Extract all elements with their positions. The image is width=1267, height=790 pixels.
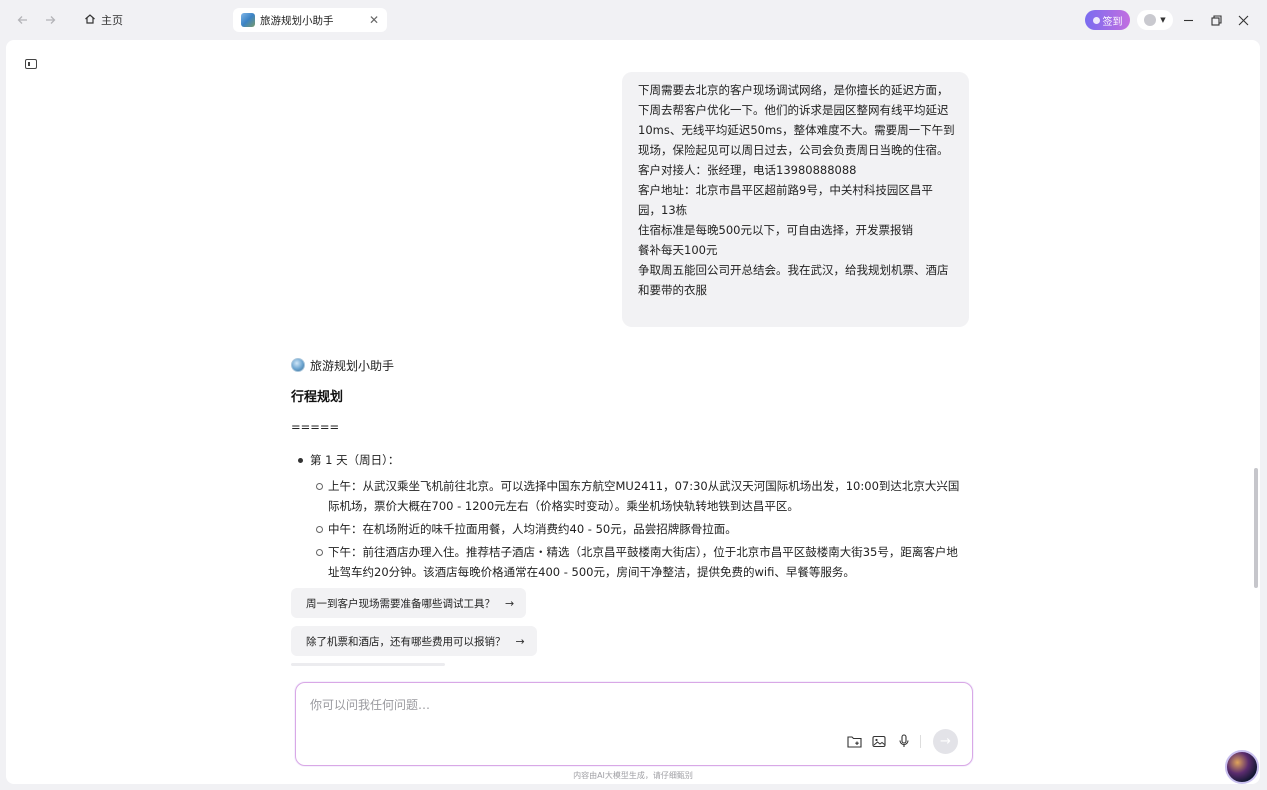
day-label: 第 1 天（周日）：	[310, 453, 400, 467]
itinerary-item-afternoon: 下午：前往酒店办理入住。推荐桔子酒店・精选（北京昌平鼓楼南大街店），位于北京市昌…	[316, 542, 968, 582]
home-tab[interactable]: 主页	[84, 11, 123, 29]
assistant-avatar-icon	[291, 358, 305, 372]
suggestion-chip-partial	[291, 663, 445, 666]
itinerary-list: 上午：从武汉乘坐飞机前往北京。可以选择中国东方航空MU2411，07:30从武汉…	[316, 476, 968, 585]
user-message-line: 餐补每天100元	[638, 243, 718, 257]
scrollbar[interactable]	[1254, 468, 1258, 588]
itinerary-item-noon: 中午：在机场附近的味千拉面用餐，人均消费约40 - 50元，品尝招牌豚骨拉面。	[316, 519, 968, 539]
assistant-orb-icon[interactable]	[1225, 750, 1259, 784]
user-message-line: 争取周五能回公司开总结会。我在武汉，给我规划机票、酒店和要带的衣服	[638, 263, 949, 297]
ai-disclaimer: 内容由AI大模型生成，请仔细甄别	[573, 771, 693, 780]
suggestion-label: 周一到客户现场需要准备哪些调试工具？	[306, 597, 495, 610]
chat-input-box[interactable]: →	[295, 682, 973, 766]
user-message-line: 住宿标准是每晚500元以下，可自由选择，开发票报销	[638, 223, 913, 237]
window-close-icon[interactable]	[1233, 10, 1253, 30]
itinerary-item-morning: 上午：从武汉乘坐飞机前往北京。可以选择中国东方航空MU2411，07:30从武汉…	[316, 476, 968, 516]
user-message-line: 下周需要去北京的客户现场调试网络，是你擅长的延迟方面，下周去帮客户优化一下。他们…	[638, 83, 955, 157]
answer-divider-text: =====	[291, 420, 340, 434]
suggestion-label: 除了机票和酒店，还有哪些费用可以报销？	[306, 635, 506, 648]
sidebar-toggle-icon[interactable]	[25, 59, 37, 69]
answer-title: 行程规划	[291, 390, 344, 405]
user-menu-button[interactable]: ▼	[1137, 10, 1173, 30]
tab-title: 旅游规划小助手	[260, 14, 334, 27]
signin-icon	[1092, 16, 1100, 24]
bullet-icon	[298, 457, 303, 463]
tab-travel-assistant[interactable]: 旅游规划小助手 ✕	[233, 8, 387, 32]
arrow-right-icon: →	[505, 596, 515, 610]
avatar	[1144, 14, 1157, 26]
signin-label: 签到	[1102, 16, 1123, 28]
back-arrow-icon[interactable]	[14, 11, 32, 29]
user-message-bubble: 下周需要去北京的客户现场调试网络，是你擅长的延迟方面，下周去帮客户优化一下。他们…	[622, 72, 969, 327]
tab-favicon-icon	[241, 13, 255, 27]
day-heading: 第 1 天（周日）：	[298, 452, 399, 468]
user-message-line: 客户对接人：张经理，电话13980888088	[638, 163, 857, 177]
restore-icon[interactable]	[1206, 10, 1226, 30]
user-message-line: 客户地址：北京市昌平区超前路9号，中关村科技园区昌平园，13栋	[638, 183, 933, 217]
toolbar-divider	[920, 735, 921, 748]
forward-arrow-icon[interactable]	[41, 11, 59, 29]
assistant-name: 旅游规划小助手	[310, 358, 395, 373]
assistant-header: 旅游规划小助手	[291, 356, 394, 374]
arrow-right-icon: →	[515, 634, 525, 648]
chat-input[interactable]	[310, 695, 830, 715]
image-icon[interactable]	[871, 733, 887, 749]
chat-panel: 下周需要去北京的客户现场调试网络，是你擅长的延迟方面，下周去帮客户优化一下。他们…	[6, 40, 1260, 784]
suggestion-chip[interactable]: 除了机票和酒店，还有哪些费用可以报销？ →	[291, 626, 537, 656]
send-arrow-icon: →	[940, 734, 951, 749]
send-button[interactable]: →	[933, 729, 958, 754]
microphone-icon[interactable]	[896, 733, 912, 749]
minimize-icon[interactable]	[1178, 10, 1198, 30]
folder-upload-icon[interactable]	[846, 733, 862, 749]
home-icon	[84, 13, 96, 28]
suggestion-chip[interactable]: 周一到客户现场需要准备哪些调试工具？ →	[291, 588, 527, 618]
title-bar: 主页 旅游规划小助手 ✕ 签到 ▼	[0, 0, 1267, 40]
home-tab-label: 主页	[101, 14, 123, 27]
chevron-down-icon: ▼	[1160, 16, 1166, 24]
signin-button[interactable]: 签到	[1085, 10, 1130, 30]
close-icon[interactable]: ✕	[369, 13, 379, 27]
